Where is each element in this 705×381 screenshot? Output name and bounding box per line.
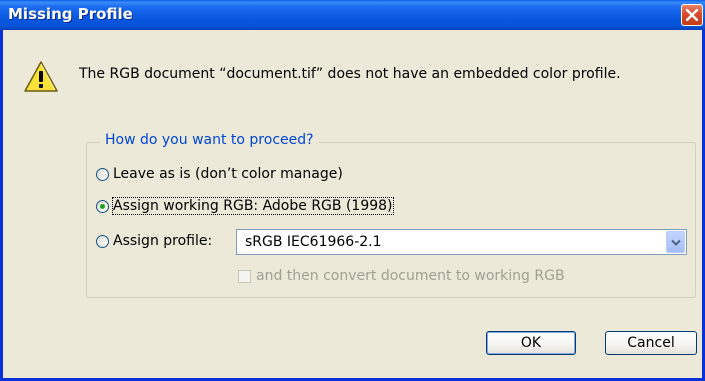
convert-checkbox — [238, 269, 251, 283]
radio-button[interactable] — [96, 234, 109, 248]
close-icon — [686, 9, 698, 21]
radio-label: Assign profile: — [113, 233, 213, 249]
radio-assign-working-rgb[interactable]: Assign working RGB: Adobe RGB (1998) — [96, 197, 394, 215]
convert-checkbox-row: and then convert document to working RGB — [238, 268, 565, 284]
profile-select-dropdown-button[interactable] — [666, 231, 685, 253]
window-title: Missing Profile — [8, 5, 133, 23]
message-text: The RGB document “document.tif” does not… — [79, 66, 621, 82]
radio-label: Assign working RGB: Adobe RGB (1998) — [112, 197, 394, 215]
profile-select[interactable]: sRGB IEC61966-2.1 — [236, 229, 687, 255]
profile-select-value: sRGB IEC61966-2.1 — [245, 234, 382, 250]
ok-button[interactable]: OK — [486, 331, 576, 355]
radio-button[interactable] — [96, 199, 109, 213]
close-button[interactable] — [681, 4, 703, 26]
radio-leave-as-is[interactable]: Leave as is (don’t color manage) — [96, 166, 343, 182]
warning-icon — [24, 61, 58, 92]
radio-assign-profile[interactable]: Assign profile: — [96, 233, 212, 249]
radio-label: Leave as is (don’t color manage) — [113, 166, 343, 182]
group-legend: How do you want to proceed? — [100, 132, 319, 148]
title-bar[interactable]: Missing Profile — [0, 0, 705, 30]
chevron-down-icon — [671, 239, 681, 246]
cancel-button[interactable]: Cancel — [605, 331, 697, 355]
convert-checkbox-label: and then convert document to working RGB — [256, 268, 565, 284]
radio-button[interactable] — [96, 167, 109, 181]
